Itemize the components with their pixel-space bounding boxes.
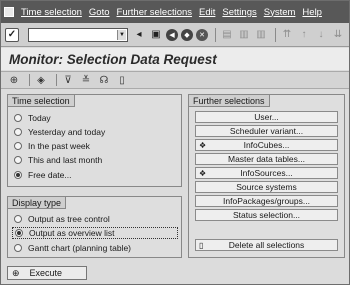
radio-button-selected[interactable]: [15, 229, 23, 237]
radio-button[interactable]: [14, 215, 22, 223]
save-icon[interactable]: ▣: [149, 28, 163, 42]
user-button[interactable]: User...: [195, 111, 338, 123]
execute-clock-icon[interactable]: ⊕: [7, 74, 21, 87]
back-arrow-icon[interactable]: ◂: [132, 28, 146, 42]
application-toolbar: ⊕ ◈ ⊽ ≚ ☊ ▯: [1, 71, 349, 89]
button-label: Source systems: [236, 182, 297, 192]
radio-tree-control[interactable]: Output as tree control: [14, 213, 110, 225]
menu-further-selections[interactable]: Further selections: [117, 7, 193, 18]
further-selections-group-title: Further selections: [189, 95, 270, 107]
selection-active-icon: ❖: [199, 141, 207, 150]
radio-free-date[interactable]: Free date...: [14, 169, 71, 181]
first-page-icon[interactable]: ⇈: [280, 28, 294, 42]
sort-icon[interactable]: ≚: [79, 74, 93, 87]
exit-icon[interactable]: ◆: [181, 28, 193, 41]
radio-past-week[interactable]: In the past week: [14, 140, 90, 152]
menu-bar: Time selection Goto Further selections E…: [1, 1, 349, 23]
title-bar: Monitor: Selection Data Request: [1, 48, 349, 70]
headset-icon[interactable]: ☊: [97, 74, 111, 87]
radio-button[interactable]: [14, 114, 22, 122]
radio-today[interactable]: Today: [14, 112, 51, 124]
enter-checkmark-icon[interactable]: ✓: [5, 27, 19, 42]
window-menu-icon[interactable]: [4, 7, 14, 17]
radio-label: This and last month: [28, 155, 103, 165]
time-selection-group-title: Time selection: [8, 95, 75, 107]
radio-label: Yesterday and today: [28, 127, 106, 137]
radio-button-selected[interactable]: [14, 171, 22, 179]
delete-all-selections-button[interactable]: ▯ Delete all selections: [195, 239, 338, 251]
standard-toolbar: ✓ ▼ ◂ ▣ ◀ ◆ ✕ ▤ ▥ ▥ ⇈ ↑ ↓ ⇊: [1, 23, 349, 47]
infopackages-groups-button[interactable]: InfoPackages/groups...: [195, 195, 338, 207]
command-history-arrow-icon[interactable]: ▼: [117, 29, 126, 40]
cancel-icon[interactable]: ✕: [196, 28, 208, 41]
execute-button[interactable]: ⊕ Execute: [7, 266, 87, 280]
button-label: User...: [254, 112, 279, 122]
radio-button[interactable]: [14, 244, 22, 252]
button-label: InfoCubes...: [243, 140, 290, 150]
further-selections-group: Further selections User... Scheduler var…: [188, 94, 345, 258]
button-label: InfoSources...: [240, 168, 293, 178]
radio-gantt-chart[interactable]: Gantt chart (planning table): [14, 242, 131, 254]
button-label: Master data tables...: [227, 154, 305, 164]
selection-active-icon: ❖: [199, 169, 207, 178]
trash-icon: ▯: [199, 241, 204, 250]
previous-page-icon[interactable]: ↑: [297, 28, 311, 42]
back-icon[interactable]: ◀: [166, 28, 178, 41]
execute-label: Execute: [29, 268, 63, 278]
radio-yesterday-and-today[interactable]: Yesterday and today: [14, 126, 105, 138]
radio-overview-list[interactable]: Output as overview list: [12, 227, 178, 239]
infosources-button[interactable]: ❖ InfoSources...: [195, 167, 338, 179]
display-type-group: Display type Output as tree control Outp…: [7, 196, 182, 258]
sap-window: Time selection Goto Further selections E…: [0, 0, 350, 285]
filter-icon[interactable]: ⊽: [61, 74, 75, 87]
time-selection-group: Time selection Today Yesterday and today…: [7, 94, 182, 187]
radio-label: Gantt chart (planning table): [28, 243, 132, 253]
next-page-icon[interactable]: ↓: [314, 28, 328, 42]
menu-goto[interactable]: Goto: [89, 7, 110, 18]
toolbar-separator: [56, 74, 57, 86]
last-page-icon[interactable]: ⇊: [331, 28, 345, 42]
toolbar-separator: [215, 27, 216, 42]
command-field[interactable]: ▼: [28, 27, 128, 42]
display-type-group-title: Display type: [8, 197, 67, 209]
radio-label: Free date...: [28, 170, 72, 180]
radio-button[interactable]: [14, 142, 22, 150]
print-icon[interactable]: ▤: [220, 28, 234, 42]
toolbar-separator: [275, 27, 276, 42]
radio-label: Output as overview list: [29, 228, 115, 238]
find-icon[interactable]: ▥: [237, 28, 251, 42]
radio-button[interactable]: [14, 128, 22, 136]
execute-clock-icon: ⊕: [12, 267, 20, 278]
radio-this-and-last-month[interactable]: This and last month: [14, 154, 102, 166]
status-selection-button[interactable]: Status selection...: [195, 209, 338, 221]
menu-help[interactable]: Help: [302, 7, 322, 18]
radio-label: Today: [28, 113, 51, 123]
button-label: InfoPackages/groups...: [223, 196, 310, 206]
radio-label: Output as tree control: [28, 214, 110, 224]
trash-icon[interactable]: ▯: [115, 74, 129, 87]
menu-system[interactable]: System: [264, 7, 296, 18]
radio-label: In the past week: [28, 141, 90, 151]
button-label: Status selection...: [232, 210, 301, 220]
menu-edit[interactable]: Edit: [199, 7, 215, 18]
menu-settings[interactable]: Settings: [222, 7, 256, 18]
button-label: Scheduler variant...: [229, 126, 304, 136]
button-label: Delete all selections: [228, 240, 305, 250]
page-title: Monitor: Selection Data Request: [9, 51, 217, 67]
infocubes-button[interactable]: ❖ InfoCubes...: [195, 139, 338, 151]
menu-time-selection[interactable]: Time selection: [21, 7, 82, 18]
source-systems-button[interactable]: Source systems: [195, 181, 338, 193]
find-next-icon[interactable]: ▥: [254, 28, 268, 42]
radio-button[interactable]: [14, 156, 22, 164]
cube-icon[interactable]: ◈: [34, 74, 48, 87]
scheduler-variant-button[interactable]: Scheduler variant...: [195, 125, 338, 137]
toolbar-separator: [29, 74, 30, 86]
master-data-tables-button[interactable]: Master data tables...: [195, 153, 338, 165]
